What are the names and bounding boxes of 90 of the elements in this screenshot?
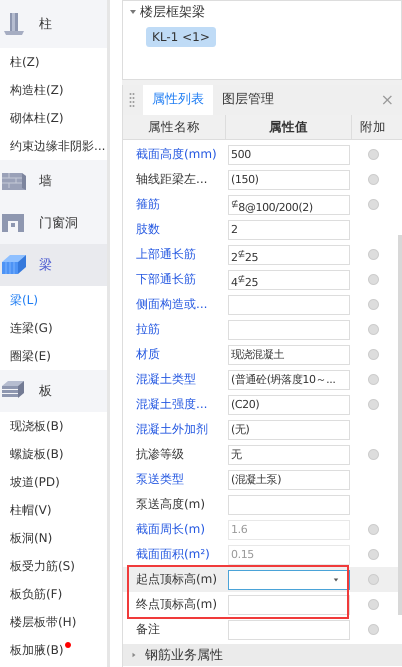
property-name: 轴线距梁左... — [135, 171, 208, 188]
value-field[interactable] — [228, 620, 350, 640]
section-header[interactable]: 钢筋业务属性 — [123, 644, 402, 666]
panel-tab[interactable]: 属性列表 — [143, 85, 213, 115]
property-name: 备注 — [135, 621, 161, 638]
property-name[interactable]: 箍筋 — [123, 196, 226, 213]
property-name[interactable]: 混凝土强度... — [123, 396, 226, 413]
expand-caret-icon[interactable] — [131, 652, 137, 658]
attach-radio[interactable] — [368, 324, 378, 335]
section-label: 钢筋业务属性 — [145, 647, 223, 664]
sidebar-item[interactable]: 楼层板带(H) — [0, 608, 84, 636]
sidebar-item[interactable]: 板加腋(B) — [0, 636, 72, 664]
property-name[interactable]: 截面高度(mm) — [123, 146, 226, 163]
value-field[interactable]: (混凝土泵) — [228, 470, 350, 490]
category-header[interactable]: 梁 — [0, 244, 107, 286]
category-header[interactable]: 门窗洞 — [0, 202, 107, 244]
attach-radio[interactable] — [368, 199, 378, 210]
value-field[interactable]: (C20) — [228, 394, 350, 414]
property-name[interactable]: 拉筋 — [123, 321, 226, 338]
category-label: 板 — [39, 383, 52, 400]
category-label: 柱 — [39, 16, 52, 33]
tree-item[interactable]: KL-1 <1> — [146, 27, 216, 47]
category-label: 门窗洞 — [39, 215, 78, 232]
value-field[interactable] — [228, 494, 350, 514]
property-name[interactable]: 材质 — [123, 346, 226, 363]
property-name[interactable]: 肢数 — [123, 221, 226, 238]
sidebar-item[interactable]: 柱帽(V) — [0, 496, 60, 524]
sidebar-item[interactable]: 连梁(G) — [0, 314, 61, 342]
tree-group-label: 楼层框架梁 — [140, 4, 205, 21]
category-header[interactable]: 墙 — [0, 160, 107, 202]
column-icon — [1, 11, 27, 37]
value-field[interactable]: 2 — [228, 220, 350, 240]
value-field[interactable] — [228, 594, 350, 614]
value-field[interactable]: (普通砼(坍落度10～... — [228, 370, 350, 390]
property-name: 终点顶标高(m) — [135, 596, 218, 613]
property-name[interactable]: 上部通长筋 — [123, 246, 226, 263]
property-name[interactable]: 混凝土外加剂 — [123, 421, 226, 438]
property-name: 抗渗等级 — [135, 446, 185, 463]
sidebar-item[interactable]: 现浇板(B) — [0, 412, 72, 440]
dropdown-caret-icon[interactable] — [333, 576, 339, 582]
category-header[interactable]: 板 — [0, 370, 107, 412]
sidebar-item[interactable]: 坡道(PD) — [0, 468, 68, 496]
property-name[interactable]: 侧面构造或... — [123, 296, 226, 313]
attach-radio[interactable] — [368, 299, 378, 310]
value-field[interactable]: 现浇混凝土 — [228, 344, 350, 364]
sidebar-item[interactable]: 板负筋(F) — [0, 580, 70, 608]
sidebar-item[interactable]: 约束边缘非阴影... — [0, 132, 114, 160]
sidebar-item[interactable]: 柱(Z) — [0, 48, 48, 76]
attach-radio[interactable] — [368, 599, 378, 610]
attach-radio[interactable] — [368, 624, 378, 635]
attach-radio[interactable] — [368, 449, 378, 460]
attach-radio[interactable] — [368, 249, 378, 260]
attach-radio[interactable] — [368, 274, 378, 285]
value-field[interactable]: (150) — [228, 170, 350, 190]
sidebar-item[interactable]: 梁(L) — [0, 286, 46, 314]
category-label: 梁 — [39, 257, 52, 274]
column-header: 属性名称 — [123, 115, 226, 139]
sidebar-item[interactable]: 圈梁(E) — [0, 342, 59, 370]
value-field[interactable]: 无 — [228, 444, 350, 464]
value-field[interactable]: $^{⊈}$8@100/200(2) — [228, 194, 350, 214]
sidebar-item[interactable]: 砌体柱(Z) — [0, 104, 72, 132]
category-label: 墙 — [39, 173, 52, 190]
sidebar-item[interactable]: 板洞(N) — [0, 524, 60, 552]
property-name[interactable]: 下部通长筋 — [123, 271, 226, 288]
column-header: 附加 — [359, 118, 387, 136]
expand-caret-icon[interactable] — [129, 8, 137, 16]
dropdown-field[interactable] — [228, 570, 350, 590]
property-name: 起点顶标高(m) — [135, 571, 218, 588]
value-field[interactable]: 500 — [228, 144, 350, 164]
panel-tab[interactable]: 图层管理 — [213, 85, 283, 115]
value-field[interactable]: 4$^{⊈}$25 — [228, 270, 350, 290]
attach-radio[interactable] — [368, 574, 378, 585]
property-name: 泵送高度(m) — [135, 496, 206, 513]
attach-radio[interactable] — [368, 149, 378, 160]
category-header[interactable]: 柱 — [0, 0, 107, 48]
value-field[interactable]: 2$^{⊈}$25 — [228, 244, 350, 264]
sidebar-item[interactable]: 螺旋板(B) — [0, 440, 72, 468]
column-header: 属性值 — [226, 115, 352, 139]
property-name[interactable]: 泵送类型 — [123, 471, 226, 488]
attach-radio[interactable] — [368, 399, 378, 410]
value-field[interactable] — [228, 320, 350, 340]
sidebar-item[interactable]: 构造柱(Z) — [0, 76, 72, 104]
property-name[interactable]: 混凝土类型 — [123, 371, 226, 388]
drag-handle-icon[interactable] — [129, 92, 135, 108]
value-field[interactable]: (无) — [228, 420, 350, 440]
attach-radio[interactable] — [368, 174, 378, 185]
attach-radio[interactable] — [368, 374, 378, 385]
attach-radio[interactable] — [368, 349, 378, 360]
sidebar-item[interactable]: 板受力筋(S) — [0, 552, 83, 580]
value-field[interactable] — [228, 294, 350, 314]
